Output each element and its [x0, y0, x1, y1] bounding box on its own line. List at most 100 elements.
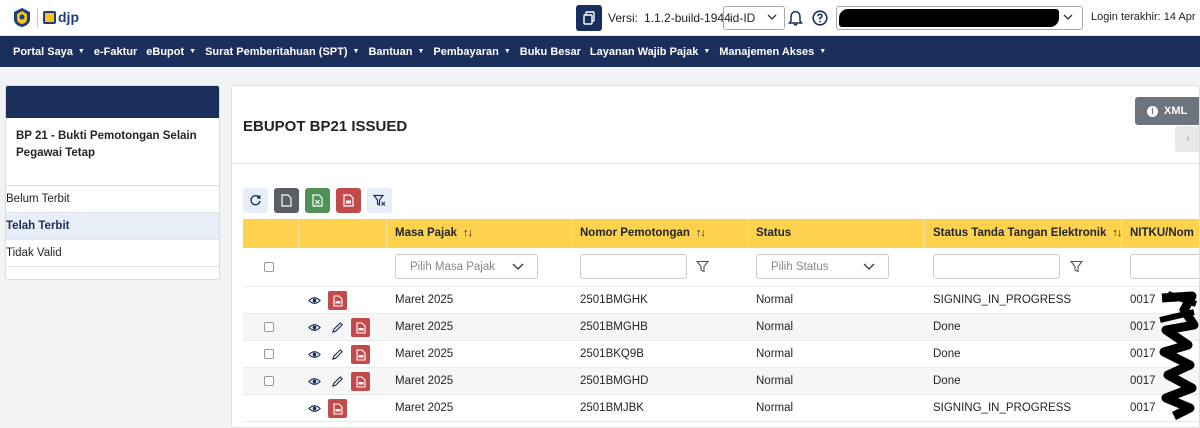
chevron-down-icon	[1063, 14, 1073, 20]
select-all-checkbox[interactable]	[264, 262, 274, 272]
sidebar-header	[6, 86, 219, 118]
copy-icon	[583, 11, 595, 25]
cell-nitku: 0017	[1130, 321, 1156, 333]
cell-status-ttd: Done	[933, 375, 961, 387]
table-row: Maret 2025 2501BMJBK Normal SIGNING_IN_PROG…	[243, 395, 1199, 422]
cell-masa-pajak: Maret 2025	[395, 375, 454, 387]
export-pdf-button[interactable]	[336, 188, 361, 213]
caret-down-icon: ▼	[703, 48, 711, 55]
xml-button-label: XML	[1164, 105, 1188, 117]
nav-item-portal-saya[interactable]: Portal Saya ▼	[13, 46, 85, 58]
nav-item-label: Pembayaran	[433, 45, 499, 58]
bell-icon[interactable]	[788, 10, 803, 26]
header-status-ttd[interactable]: Status Tanda Tangan Elektronik ↑↓	[933, 219, 1122, 248]
status-filter[interactable]: Pilih Status	[756, 254, 889, 279]
sidebar-title: BP 21 - Bukti Pemotongan Selain Pegawai …	[6, 118, 219, 186]
row-checkbox[interactable]	[264, 322, 274, 332]
download-pdf-button[interactable]	[328, 399, 347, 418]
view-button[interactable]	[305, 345, 324, 364]
pdf-icon	[355, 375, 366, 388]
user-account-select[interactable]	[836, 6, 1083, 30]
filter-icon[interactable]	[1070, 260, 1083, 273]
view-button[interactable]	[305, 291, 324, 310]
view-button[interactable]	[305, 318, 324, 337]
main-navigation: Portal Saya ▼ e-Faktur eBupot ▼ Surat Pemberi…	[0, 36, 1200, 67]
cell-nomor-pemotongan: 2501BMJBK	[580, 402, 644, 414]
view-icon	[308, 378, 321, 385]
language-select[interactable]: id-ID	[723, 6, 785, 30]
refresh-button[interactable]	[243, 188, 268, 213]
nav-item-surat-pemberitahuan-spt[interactable]: Surat Pemberitahuan (SPT) ▼	[205, 46, 359, 58]
nav-item-label: Layanan Wajib Pajak	[589, 45, 699, 58]
nav-item-manajemen-akses[interactable]: Manajemen Akses ▼	[719, 46, 826, 58]
header-masa-pajak-label: Masa Pajak	[395, 227, 458, 239]
caret-down-icon: ▼	[503, 48, 511, 55]
table-toolbar	[243, 188, 392, 213]
edit-button[interactable]	[328, 318, 347, 337]
cell-nomor-pemotongan: 2501BMGHK	[580, 294, 648, 306]
chevron-down-icon	[767, 14, 777, 20]
cell-nitku: 0017	[1130, 402, 1156, 414]
nitku-filter-input[interactable]	[1130, 254, 1199, 279]
row-checkbox[interactable]	[264, 349, 274, 359]
view-button[interactable]	[305, 399, 324, 418]
row-actions	[305, 345, 370, 364]
caret-down-icon: ▼	[352, 48, 360, 55]
nav-item-label: Surat Pemberitahuan (SPT)	[205, 45, 348, 58]
cell-masa-pajak: Maret 2025	[395, 348, 454, 360]
nav-item-bantuan[interactable]: Bantuan ▼	[368, 46, 424, 58]
download-pdf-button[interactable]	[328, 291, 347, 310]
nav-item-e-faktur[interactable]: e-Faktur	[94, 46, 137, 58]
view-button[interactable]	[305, 372, 324, 391]
nav-item-buku-besar[interactable]: Buku Besar	[520, 46, 581, 58]
nav-item-layanan-wajib-pajak[interactable]: Layanan Wajib Pajak ▼	[590, 46, 710, 58]
cell-nitku: 0017	[1130, 294, 1156, 306]
refresh-icon	[250, 195, 261, 206]
scroll-right-arrow[interactable]: ›	[1175, 126, 1199, 152]
header-status: Status	[756, 219, 791, 248]
sort-icon[interactable]: ↑↓	[696, 227, 706, 239]
copy-button[interactable]	[576, 5, 602, 31]
filter-row: Pilih Masa Pajak Pilih Status	[243, 248, 1199, 287]
nomor-pemotongan-filter-input[interactable]	[580, 254, 687, 279]
table-header-row: Masa Pajak ↑↓ Nomor Pemotongan ↑↓ Status S…	[243, 219, 1199, 248]
download-pdf-button[interactable]	[351, 318, 370, 337]
header-masa-pajak[interactable]: Masa Pajak ↑↓	[395, 219, 473, 248]
header-separator	[924, 219, 925, 248]
cell-nomor-pemotongan: 2501BMGHB	[580, 321, 648, 333]
table-row: Maret 2025 2501BMGHK Normal SIGNING_IN_PROG…	[243, 287, 1199, 314]
status-ttd-filter-input[interactable]	[933, 254, 1060, 279]
cell-nomor-pemotongan: 2501BKQ9B	[580, 348, 644, 360]
clear-filter-button[interactable]	[367, 188, 392, 213]
cell-status-ttd: SIGNING_IN_PROGRESS	[933, 402, 1072, 414]
sidebar-item-telah-terbit[interactable]: Telah Terbit	[6, 213, 219, 240]
download-pdf-button[interactable]	[351, 345, 370, 364]
nav-item-ebupot[interactable]: eBupot ▼	[146, 46, 196, 58]
caret-down-icon: ▼	[417, 48, 425, 55]
xml-button[interactable]: i XML	[1135, 97, 1199, 125]
masa-pajak-filter[interactable]: Pilih Masa Pajak	[395, 254, 538, 279]
cell-masa-pajak: Maret 2025	[395, 294, 454, 306]
edit-pencil-icon	[331, 376, 343, 388]
sidebar-item-belum-terbit[interactable]: Belum Terbit	[6, 186, 219, 213]
row-actions	[305, 372, 370, 391]
download-pdf-button[interactable]	[351, 372, 370, 391]
header-nomor-pemotongan[interactable]: Nomor Pemotongan ↑↓	[580, 219, 706, 248]
sidebar-links: Belum Terbit Telah Terbit Tidak Valid	[6, 186, 219, 267]
edit-button[interactable]	[328, 345, 347, 364]
view-icon	[308, 324, 321, 331]
export-document-button[interactable]	[274, 188, 299, 213]
header-status-ttd-label: Status Tanda Tangan Elektronik	[933, 227, 1107, 239]
row-checkbox[interactable]	[264, 376, 274, 386]
sidebar-item-tidak-valid[interactable]: Tidak Valid	[6, 240, 219, 267]
filter-icon[interactable]	[696, 260, 709, 273]
table-body: Maret 2025 2501BMGHK Normal SIGNING_IN_PROG…	[243, 287, 1199, 422]
nav-item-label: Bantuan	[368, 45, 413, 58]
nav-item-label: Manajemen Akses	[719, 45, 815, 58]
sort-icon[interactable]: ↑↓	[463, 227, 473, 239]
nav-item-pembayaran[interactable]: Pembayaran ▼	[433, 46, 510, 58]
chevron-down-icon	[512, 263, 524, 270]
edit-button[interactable]	[328, 372, 347, 391]
help-icon[interactable]	[812, 10, 828, 26]
export-excel-button[interactable]	[305, 188, 330, 213]
